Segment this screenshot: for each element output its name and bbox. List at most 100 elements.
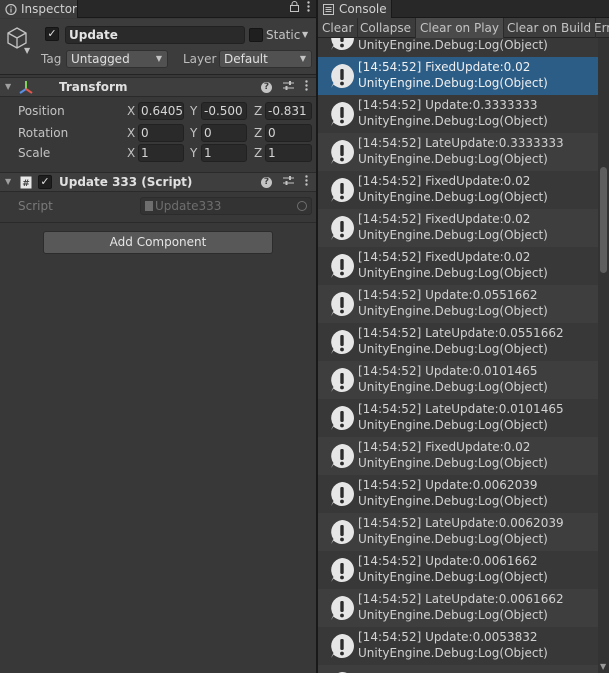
log-entry-stacktrace: UnityEngine.Debug:Log(Object) <box>358 228 548 242</box>
chevron-down-icon: ▼ <box>155 54 162 63</box>
add-component-button[interactable]: Add Component <box>43 231 273 254</box>
log-entry-message: [14:54:52] LateUpdate:0.3333333 <box>358 136 564 150</box>
log-entry-message: [14:54:52] Update:0.0062039 <box>358 478 538 492</box>
inspector-tabbar: Inspector <box>0 0 316 18</box>
help-icon[interactable]: ? <box>261 82 272 93</box>
clear-on-build-toggle[interactable]: Clear on Build <box>503 18 597 38</box>
console-log-entry[interactable]: [14:54:52] FixedUpdate:0.02 UnityEngine.D… <box>318 209 598 247</box>
position-z-field[interactable]: -0.831 <box>265 102 312 120</box>
error-pause-toggle[interactable]: Err <box>590 18 609 38</box>
console-log-entry[interactable]: [14:54:52] Update:0.0053832 UnityEngine.D… <box>318 627 598 665</box>
axis-y-label: Y <box>190 104 198 118</box>
position-x-field[interactable]: 0.6405 <box>138 102 184 120</box>
layer-label: Layer <box>183 52 217 66</box>
log-entry-stacktrace: UnityEngine.Debug:Log(Object) <box>358 266 548 280</box>
tag-value: Untagged <box>71 52 130 66</box>
axis-x-label: X <box>127 146 136 160</box>
log-message-icon <box>328 556 356 584</box>
clear-on-play-toggle[interactable]: Clear on Play <box>416 18 504 38</box>
console-log-entry[interactable]: [14:54:52] LateUpdate:0.0062039 UnityEngi… <box>318 513 598 551</box>
log-entry-message: [14:54:52] FixedUpdate:0.02 <box>358 174 531 188</box>
tab-console[interactable]: Console <box>318 0 392 18</box>
chevron-down-icon: ▼ <box>299 54 306 63</box>
console-log-entry[interactable]: [14:54:52] FixedUpdate:0.02 UnityEngine.D… <box>318 437 598 475</box>
console-log-entry[interactable]: [14:54:52] LateUpdate:0.3333333 UnityEngi… <box>318 133 598 171</box>
layer-dropdown[interactable]: Default ▼ <box>219 50 312 68</box>
rotation-y-field[interactable]: 0 <box>201 124 247 142</box>
log-entry-stacktrace: UnityEngine.Debug:Log(Object) <box>358 532 548 546</box>
component-menu-icon[interactable] <box>305 80 308 94</box>
axis-x-label: X <box>127 104 136 118</box>
foldout-arrow-icon[interactable]: ▼ <box>5 82 11 91</box>
console-log-list[interactable]: UnityEngine.Debug:Log(Object) [14:54:52] … <box>318 38 598 673</box>
log-message-icon <box>328 366 356 394</box>
console-panel: Console Clear Collapse Clear on Play Cle… <box>318 0 609 673</box>
help-icon[interactable]: ? <box>261 177 272 188</box>
console-log-entry[interactable]: [14:54:52] LateUpdate:0.0061662 UnityEngi… <box>318 589 598 627</box>
console-log-entry[interactable]: UnityEngine.Debug:Log(Object) <box>318 38 598 57</box>
rotation-z-field[interactable]: 0 <box>265 124 312 142</box>
console-log-entry[interactable]: [14:54:52] Update:0.3333333 UnityEngine.D… <box>318 95 598 133</box>
gameobject-active-checkbox[interactable]: ✓ <box>45 27 59 41</box>
position-y-field[interactable]: -0.500 <box>201 102 247 120</box>
rotation-x-field[interactable]: 0 <box>138 124 184 142</box>
axis-y-label: Y <box>190 126 198 140</box>
console-log-entry[interactable]: [14:54:52] FixedUpdate:0.02 UnityEngine.D… <box>318 247 598 285</box>
console-scrollbar[interactable]: ▼ <box>598 38 609 673</box>
preset-sliders-icon[interactable] <box>283 80 294 94</box>
scroll-down-arrow-icon[interactable]: ▼ <box>600 662 606 671</box>
log-entry-stacktrace: UnityEngine.Debug:Log(Object) <box>358 38 548 52</box>
console-log-entry[interactable]: [14:54:52] FixedUpdate:0.02 UnityEngine.D… <box>318 171 598 209</box>
gameobject-name-field[interactable]: Update <box>65 26 245 44</box>
static-dropdown-arrow-icon[interactable]: ▼ <box>302 30 308 39</box>
collapse-button[interactable]: Collapse <box>356 18 416 38</box>
console-toolbar: Clear Collapse Clear on Play Clear on Bu… <box>318 18 609 38</box>
static-checkbox[interactable] <box>249 28 263 42</box>
console-log-entry[interactable]: [14:54:52] FixedUpdate:0.02 UnityEngine.D… <box>318 57 598 95</box>
log-entry-stacktrace: UnityEngine.Debug:Log(Object) <box>358 380 548 394</box>
svg-text:#: # <box>22 179 30 189</box>
tab-inspector[interactable]: Inspector <box>0 0 78 18</box>
preset-sliders-icon[interactable] <box>283 175 294 189</box>
log-entry-message: [14:54:52] LateUpdate:0.0061662 <box>358 592 564 606</box>
console-log-entry[interactable]: [14:54:52] Update:0.0551662 UnityEngine.D… <box>318 285 598 323</box>
log-entry-stacktrace: UnityEngine.Debug:Log(Object) <box>358 456 548 470</box>
scale-z-field[interactable]: 1 <box>265 144 312 162</box>
scrollbar-thumb[interactable] <box>600 167 607 273</box>
foldout-arrow-icon[interactable]: ▼ <box>5 177 11 186</box>
component-menu-icon[interactable] <box>305 175 308 189</box>
tag-label: Tag <box>41 52 62 66</box>
log-entry-stacktrace: UnityEngine.Debug:Log(Object) <box>358 76 548 90</box>
log-entry-message: [14:54:52] LateUpdate:0.0101465 <box>358 402 564 416</box>
gameobject-header: ▼ ✓ Update Static ▼ Tag Untagged ▼ Layer… <box>0 19 316 75</box>
console-log-entry[interactable]: [14:54:52] LateUpdate:0.0101465 UnityEngi… <box>318 399 598 437</box>
log-entry-message: [14:54:52] Update:0.0053832 <box>358 630 538 644</box>
console-log-entry[interactable]: [14:54:52] Update:0.0101465 UnityEngine.D… <box>318 361 598 399</box>
transform-header[interactable]: ▼ Transform ? <box>0 77 316 97</box>
axis-z-label: Z <box>254 104 263 118</box>
position-label: Position <box>18 104 65 118</box>
script-value: Update333 <box>155 199 222 213</box>
script-enabled-checkbox[interactable]: ✓ <box>38 175 52 189</box>
log-message-icon <box>328 290 356 318</box>
console-log-entry[interactable] <box>318 665 598 673</box>
scale-x-field[interactable]: 1 <box>138 144 184 162</box>
scale-y-field[interactable]: 1 <box>201 144 247 162</box>
log-message-icon <box>328 442 356 470</box>
script-object-field[interactable]: Update333 <box>140 197 312 215</box>
tag-dropdown[interactable]: Untagged ▼ <box>66 50 168 68</box>
tab-console-label: Console <box>339 2 387 16</box>
console-log-entry[interactable]: [14:54:52] Update:0.0062039 UnityEngine.D… <box>318 475 598 513</box>
console-log-entry[interactable]: [14:54:52] Update:0.0061662 UnityEngine.D… <box>318 551 598 589</box>
log-entry-message: [14:54:52] LateUpdate:0.0062039 <box>358 516 564 530</box>
axis-y-label: Y <box>190 146 198 160</box>
layer-value: Default <box>224 52 268 66</box>
script-component-header[interactable]: ▼ # ✓ Update 333 (Script) ? <box>0 172 316 192</box>
console-log-entry[interactable]: [14:54:52] LateUpdate:0.0551662 UnityEngi… <box>318 323 598 361</box>
console-icon <box>323 3 335 15</box>
lock-icon[interactable] <box>290 1 299 15</box>
kebab-menu-icon[interactable] <box>307 1 310 15</box>
object-picker-icon[interactable] <box>297 201 307 211</box>
clear-button[interactable]: Clear <box>318 18 359 38</box>
icon-dropdown-arrow-icon[interactable]: ▼ <box>24 46 30 55</box>
